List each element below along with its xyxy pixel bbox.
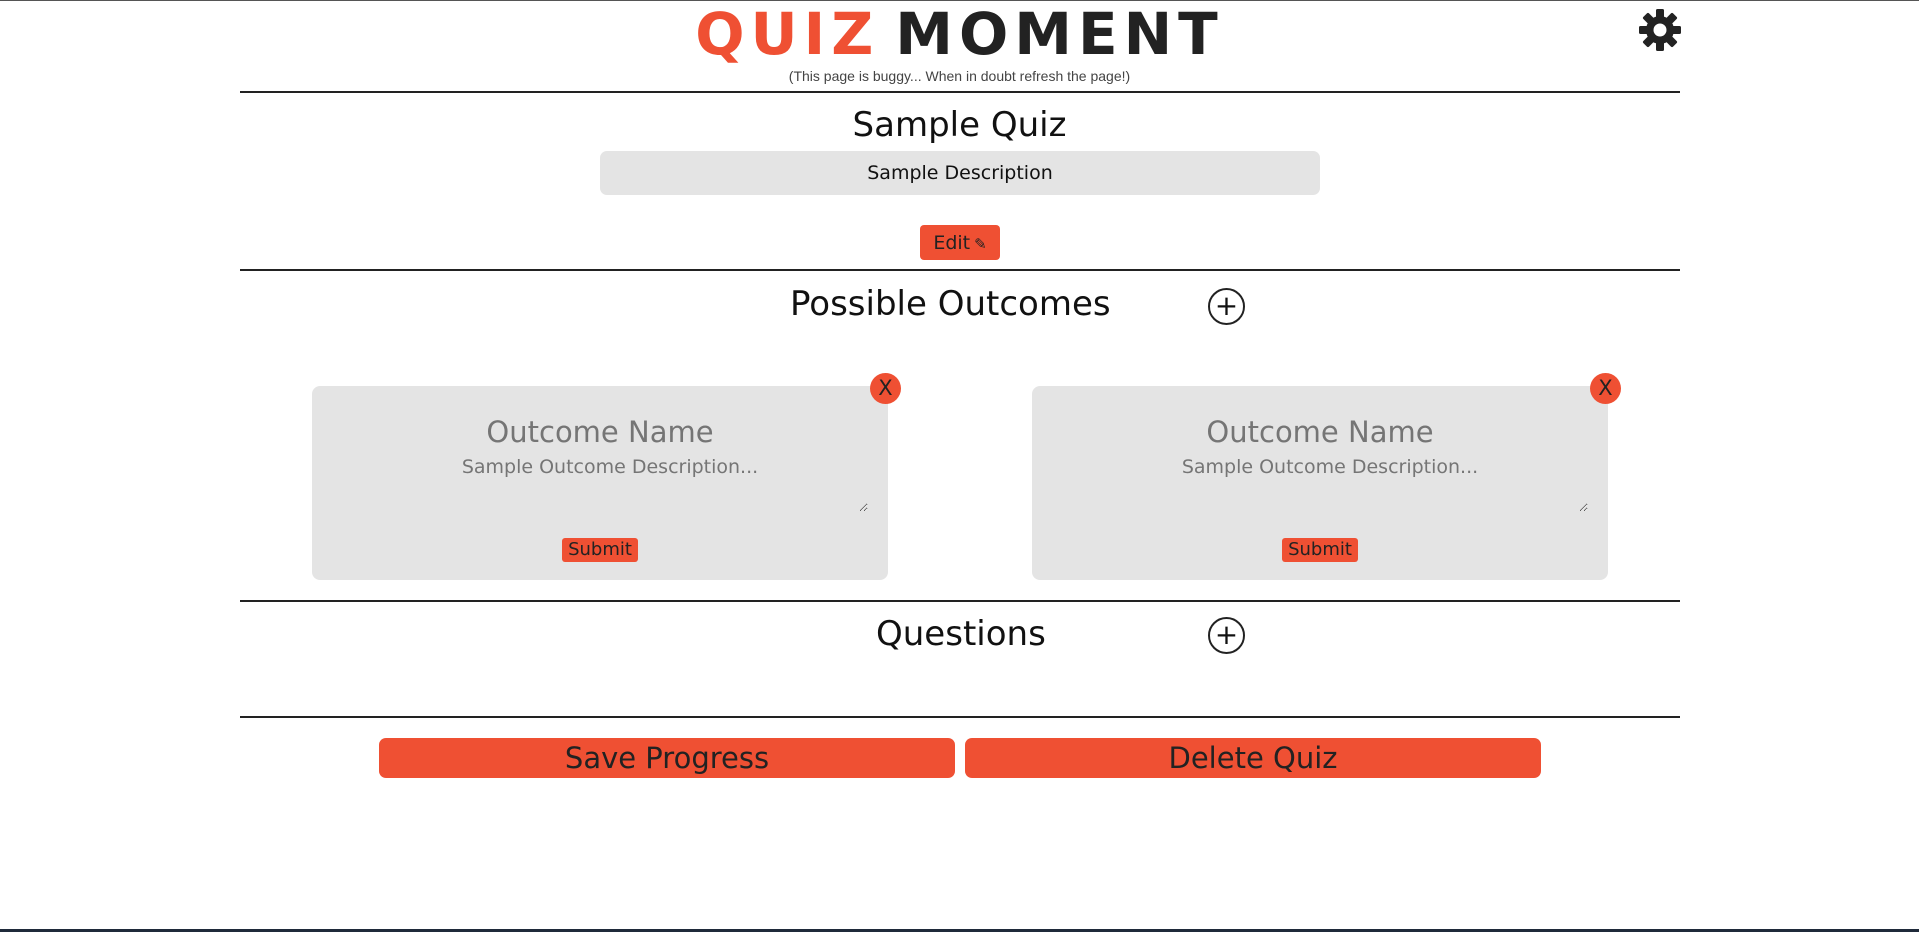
- outcomes-title: Possible Outcomes: [790, 284, 1111, 324]
- divider-info: [240, 269, 1680, 271]
- divider-header: [240, 91, 1680, 93]
- outcome-name-input[interactable]: [352, 410, 848, 454]
- outcome-submit-button[interactable]: Submit: [562, 538, 638, 562]
- remove-outcome-button[interactable]: X: [870, 373, 901, 404]
- quiz-description-input[interactable]: [600, 151, 1320, 195]
- edit-button-label: Edit: [933, 231, 971, 254]
- add-question-button[interactable]: +: [1208, 617, 1245, 654]
- add-outcome-button[interactable]: +: [1208, 288, 1245, 325]
- pencil-icon: ✎: [974, 234, 987, 253]
- app-logo: QUIZ MOMENT: [0, 4, 1919, 64]
- page-warning-text: (This page is buggy... When in doubt ref…: [788, 68, 1131, 84]
- delete-quiz-button[interactable]: Delete Quiz: [965, 738, 1541, 778]
- outcome-card: Submit: [1032, 386, 1608, 580]
- outcome-name-input[interactable]: [1072, 410, 1568, 454]
- gear-icon[interactable]: [1638, 8, 1682, 52]
- save-progress-button[interactable]: Save Progress: [379, 738, 955, 778]
- logo-quiz-text: QUIZ: [695, 0, 880, 68]
- outcome-description-textarea[interactable]: [352, 456, 868, 512]
- edit-button[interactable]: Edit ✎: [920, 225, 1000, 260]
- outcome-submit-button[interactable]: Submit: [1282, 538, 1358, 562]
- outcome-description-textarea[interactable]: [1072, 456, 1588, 512]
- page-header: QUIZ MOMENT (This page is buggy... When i…: [0, 0, 1919, 92]
- logo-moment-text: MOMENT: [895, 0, 1224, 68]
- questions-title: Questions: [876, 614, 1046, 654]
- divider-questions: [240, 716, 1680, 718]
- remove-outcome-button[interactable]: X: [1590, 373, 1621, 404]
- quiz-title: Sample Quiz: [852, 105, 1067, 145]
- divider-outcomes: [240, 600, 1680, 602]
- outcome-card: Submit: [312, 386, 888, 580]
